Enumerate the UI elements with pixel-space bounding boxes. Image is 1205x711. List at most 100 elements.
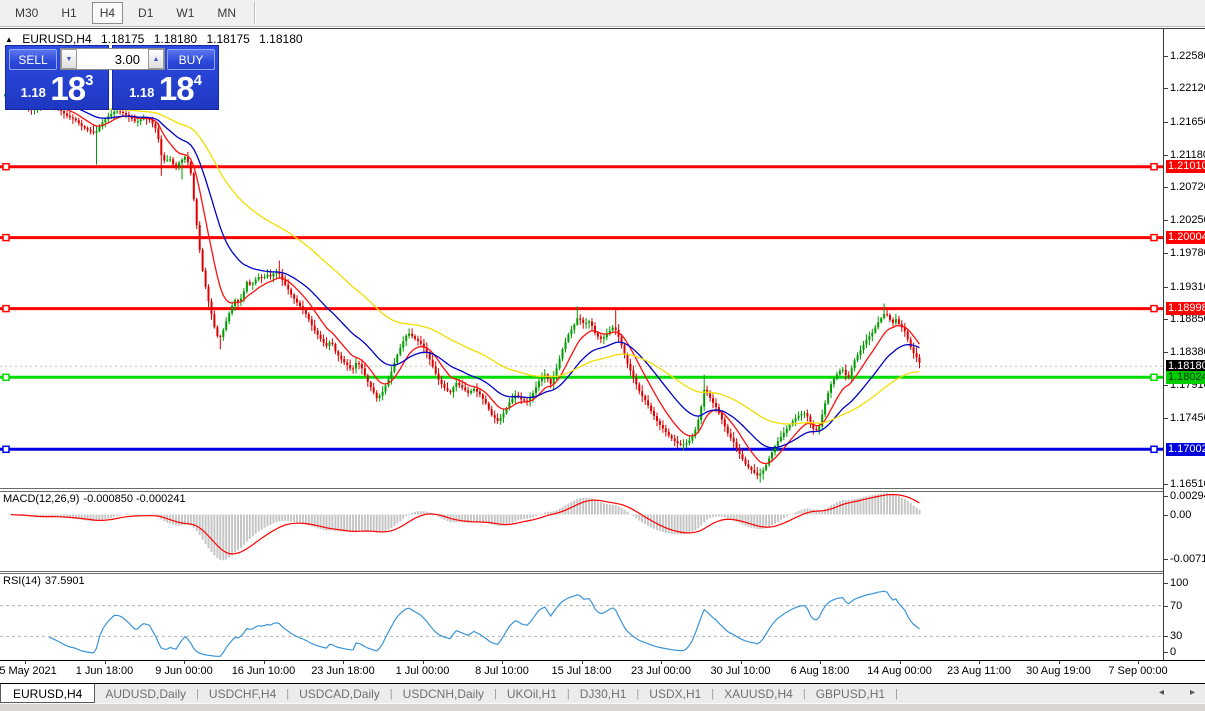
mt4-window: M30 H1 H4 D1 W1 MN ▲ EURUSD,H4 1.18175 1.1818… xyxy=(0,0,1205,711)
price-axis-tick xyxy=(1164,606,1168,607)
time-tick-label: 6 Aug 18:00 xyxy=(791,665,850,677)
price-axis-tick xyxy=(1164,56,1168,57)
time-tick-label: 23 Aug 11:00 xyxy=(947,665,1011,677)
price-axis-tick xyxy=(1164,418,1168,419)
price-chart-area[interactable]: ▲ EURUSD,H4 1.18175 1.18180 1.18175 1.18… xyxy=(0,29,1163,488)
price-tick-label: 1.17450 xyxy=(1170,412,1205,425)
tab-usdcad-daily[interactable]: USDCAD,Daily xyxy=(289,685,390,703)
timeframe-button-w1[interactable]: W1 xyxy=(168,2,202,24)
price-tick-label: 1.20250 xyxy=(1170,214,1205,227)
time-tick-label: 30 Jul 10:00 xyxy=(711,665,771,677)
price-axis-tick xyxy=(1164,496,1168,497)
level-line-price-label: 1.18024 xyxy=(1166,371,1205,384)
tab-xauusd-h4[interactable]: XAUUSD,H4 xyxy=(714,685,803,703)
price-axis-tick xyxy=(1164,122,1168,123)
timeframe-button-mn[interactable]: MN xyxy=(209,2,244,24)
time-axis-tick xyxy=(502,661,503,664)
ohlc-open: 1.18175 xyxy=(101,32,144,46)
volume-input[interactable] xyxy=(77,49,148,69)
buy-price-big: 18 xyxy=(159,70,194,107)
price-axis[interactable]: 1.225801.221201.216501.211801.207201.202… xyxy=(1163,29,1205,660)
macd-label: MACD(12,26,9) -0.000850 -0.000241 xyxy=(3,493,190,505)
timeframe-button-m30[interactable]: M30 xyxy=(7,2,46,24)
tab-nav: ◂ ▸ xyxy=(1159,687,1195,698)
time-tick-label: 23 Jul 00:00 xyxy=(631,665,691,677)
time-tick-label: 23 Jun 18:00 xyxy=(311,665,375,677)
timeframe-button-h1[interactable]: H1 xyxy=(53,2,84,24)
sell-price-sup: 3 xyxy=(85,72,93,89)
time-axis-tick xyxy=(184,661,185,664)
rsi-panel[interactable]: RSI(14)37.5901 xyxy=(0,574,1163,659)
ohlc-low: 1.18175 xyxy=(206,32,249,46)
buy-button[interactable]: BUY xyxy=(167,49,215,70)
price-axis-tick xyxy=(1164,253,1168,254)
price-axis-tick xyxy=(1164,385,1168,386)
price-axis-tick xyxy=(1164,352,1168,353)
time-axis-tick xyxy=(900,661,901,664)
buy-price: 1.18 184 xyxy=(113,70,218,110)
tab-usdx-h1[interactable]: USDX,H1 xyxy=(639,685,711,703)
tab-eurusd-h4[interactable]: EURUSD,H4 xyxy=(0,684,95,703)
timeframe-toolbar: M30 H1 H4 D1 W1 MN xyxy=(0,0,1205,27)
price-axis-tick xyxy=(1164,636,1168,637)
time-axis-tick xyxy=(25,661,26,664)
tab-gbpusd-h1[interactable]: GBPUSD,H1 xyxy=(806,685,895,703)
tab-ukoil-h1[interactable]: UKOil,H1 xyxy=(497,685,567,703)
tab-usdcnh-daily[interactable]: USDCNH,Daily xyxy=(393,685,494,703)
level-line-price-label: 1.18998 xyxy=(1166,302,1205,315)
macd-panel[interactable]: MACD(12,26,9) -0.000850 -0.000241 xyxy=(0,492,1163,571)
time-tick-label: 1 Jun 18:00 xyxy=(76,665,134,677)
time-tick-label: 16 Jun 10:00 xyxy=(232,665,296,677)
price-axis-tick xyxy=(1164,187,1168,188)
panel-splitter[interactable] xyxy=(0,571,1163,572)
price-axis-tick xyxy=(1164,652,1168,653)
price-axis-tick xyxy=(1164,287,1168,288)
price-axis-tick xyxy=(1164,515,1168,516)
volume-decrease-button[interactable]: ▼ xyxy=(61,49,77,69)
time-axis-tick xyxy=(264,661,265,664)
time-tick-label: 8 Jul 10:00 xyxy=(475,665,529,677)
sell-button[interactable]: SELL xyxy=(9,49,57,70)
level-line-price-label: 1.20004 xyxy=(1166,231,1205,244)
time-axis-tick xyxy=(343,661,344,664)
time-tick-label: 30 Aug 19:00 xyxy=(1026,665,1091,677)
timeframe-button-h4[interactable]: H4 xyxy=(92,2,123,24)
time-axis-tick xyxy=(820,661,821,664)
time-axis-tick xyxy=(1138,661,1139,664)
price-axis-tick xyxy=(1164,155,1168,156)
price-axis-tick xyxy=(1164,559,1168,560)
level-line-price-label: 1.17002 xyxy=(1166,443,1205,456)
chart-tab-bar: EURUSD,H4AUDUSD,Daily|USDCHF,H4|USDCAD,D… xyxy=(0,683,1205,703)
ohlc-high: 1.18180 xyxy=(154,32,197,46)
price-axis-tick xyxy=(1164,319,1168,320)
price-axis-tick xyxy=(1164,484,1168,485)
window-bottom-strip xyxy=(0,703,1205,711)
rsi-label: RSI(14)37.5901 xyxy=(3,575,89,587)
tabs-scroll-left-button[interactable]: ◂ xyxy=(1159,687,1164,698)
macd-values: -0.000850 -0.000241 xyxy=(83,493,185,505)
price-tick-label: 1.18380 xyxy=(1170,346,1205,359)
rsi-axis-label: 100 xyxy=(1170,577,1188,590)
chevron-up-icon: ▲ xyxy=(153,56,160,63)
time-axis[interactable]: 25 May 20211 Jun 18:009 Jun 00:0016 Jun … xyxy=(0,660,1205,683)
macd-name: MACD(12,26,9) xyxy=(3,493,79,505)
macd-axis-label: 0.00 xyxy=(1170,509,1191,522)
volume-increase-button[interactable]: ▲ xyxy=(148,49,164,69)
sell-price-big: 18 xyxy=(50,70,85,107)
tab-audusd-daily[interactable]: AUDUSD,Daily xyxy=(95,685,196,703)
price-tick-label: 1.21650 xyxy=(1170,116,1205,129)
time-tick-label: 14 Aug 00:00 xyxy=(867,665,932,677)
price-tick-label: 1.19780 xyxy=(1170,247,1205,260)
collapse-panel-icon[interactable]: ▲ xyxy=(5,35,13,44)
timeframe-button-d1[interactable]: D1 xyxy=(130,2,161,24)
tabs-scroll-right-button[interactable]: ▸ xyxy=(1190,687,1195,698)
rsi-chart xyxy=(0,574,1163,659)
chart-symbol-period: EURUSD,H4 xyxy=(22,32,91,46)
panel-splitter[interactable] xyxy=(0,488,1163,489)
ohlc-close: 1.18180 xyxy=(259,32,302,46)
tab-dj30-h1[interactable]: DJ30,H1 xyxy=(570,685,637,703)
tab-usdchf-h4[interactable]: USDCHF,H4 xyxy=(199,685,286,703)
rsi-axis-label: 70 xyxy=(1170,600,1182,613)
time-tick-label: 1 Jul 00:00 xyxy=(396,665,450,677)
tab-separator: | xyxy=(895,688,898,700)
